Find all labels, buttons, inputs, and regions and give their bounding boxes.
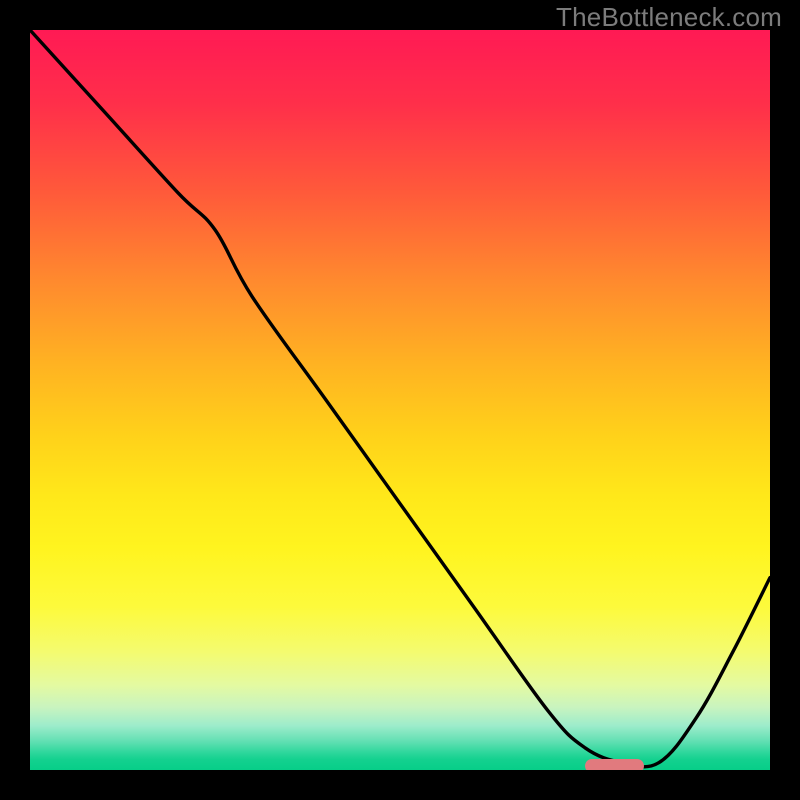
optimal-marker xyxy=(585,759,644,770)
chart-frame: TheBottleneck.com xyxy=(0,0,800,800)
plot-area xyxy=(30,30,770,770)
bottleneck-curve xyxy=(30,30,770,770)
watermark-text: TheBottleneck.com xyxy=(556,2,782,33)
